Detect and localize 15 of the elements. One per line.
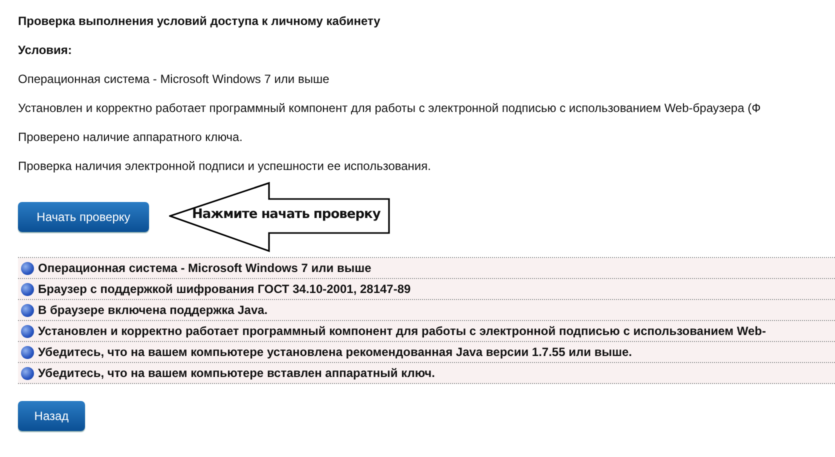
condition-text: Проверено наличие аппаратного ключа.: [18, 130, 244, 144]
conditions-label: Условия:: [18, 43, 73, 57]
check-item: Установлен и корректно работает программный компонент для работы с электронной подписью с использованием Web-: [38, 324, 766, 338]
check-item: Операционная система - Microsoft Windows 7 или выше: [38, 261, 372, 275]
condition-text: Операционная система - Microsoft Windows 7 или выше: [18, 72, 330, 86]
check-item: Убедитесь, что на вашем компьютере вставлен аппаратный ключ.: [38, 366, 435, 380]
condition-text: Установлен и корректно работает программный компонент для работы с электронной подписью с использованием Web-браузера (Ф: [18, 101, 762, 115]
check-item: В браузере включена поддержка Java.: [38, 303, 268, 317]
check-item: Браузер с поддержкой шифрования ГОСТ 34.10-2001, 28147-89: [38, 282, 411, 296]
start-check-button[interactable]: Начать проверку: [18, 202, 149, 232]
check-item: Убедитесь, что на вашем компьютере установлена рекомендованная Java версии 1.7.55 или выше.: [38, 345, 632, 359]
condition-text: Проверка наличия электронной подписи и успешности ее использования.: [18, 159, 432, 173]
hint-text: Нажмите начать проверку: [192, 206, 380, 222]
page-title: Проверка выполнения условий доступа к личному кабинету: [18, 14, 382, 28]
back-button[interactable]: Назад: [18, 401, 85, 431]
